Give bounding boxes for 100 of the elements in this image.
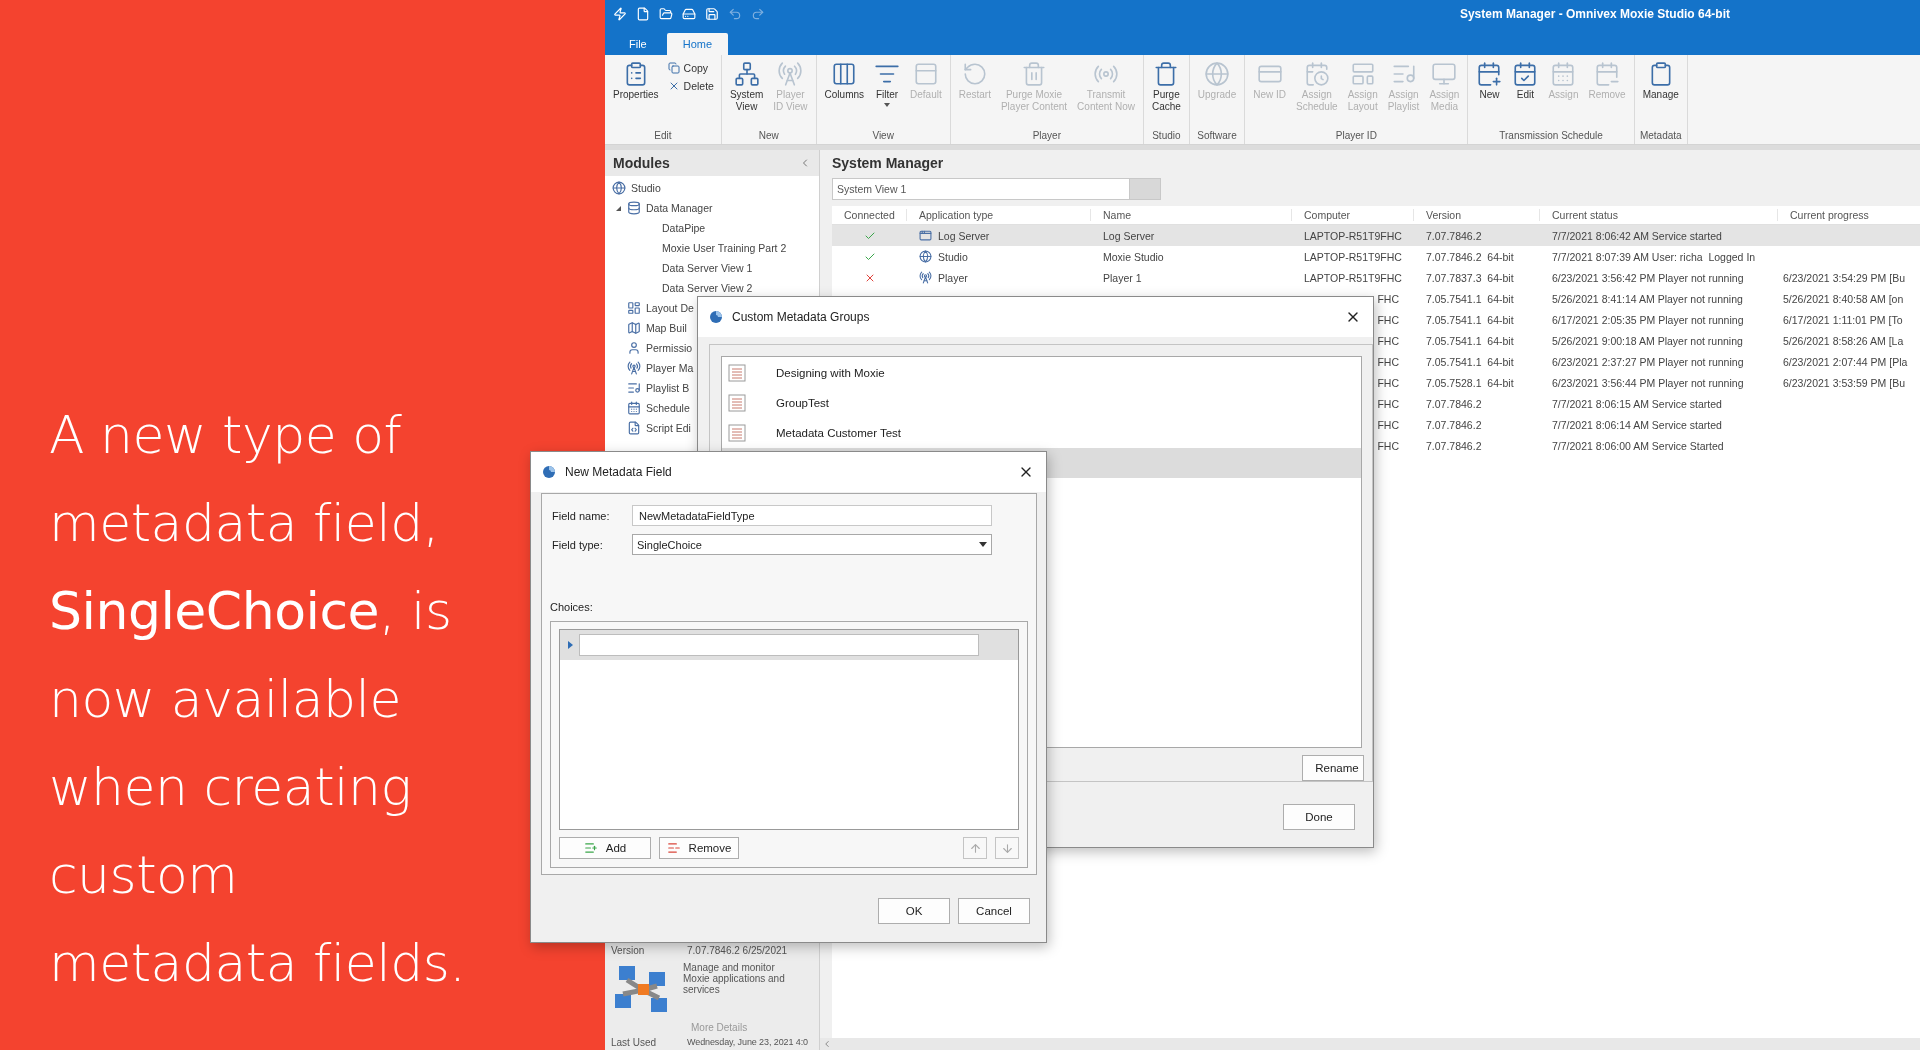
module-item[interactable]: Script Edi	[646, 422, 691, 434]
new-file-icon[interactable]	[636, 7, 650, 21]
app-logo-icon	[708, 309, 724, 325]
list-minus-icon	[666, 841, 681, 855]
ribbon-button[interactable]: Manage	[1638, 59, 1683, 130]
undo-icon[interactable]	[728, 7, 742, 21]
table-cell: FHC	[1377, 376, 1399, 389]
app-logo-icon	[541, 464, 557, 480]
field-type-select[interactable]: SingleChoice	[632, 534, 992, 555]
module-item[interactable]: Player Ma	[646, 362, 694, 374]
layout-icon	[627, 301, 641, 315]
lightning-icon[interactable]	[613, 7, 627, 21]
table-cell: LAPTOP-R51T9FHC	[1304, 229, 1402, 242]
ribbon-button[interactable]: Delete	[664, 79, 717, 93]
horizontal-scrollbar[interactable]	[820, 1038, 1920, 1050]
table-cell: Moxie Studio	[1103, 250, 1164, 263]
remove-button[interactable]: Remove	[659, 837, 739, 859]
group-list-item[interactable]: Metadata Customer Test	[722, 418, 1361, 448]
code-file-icon	[627, 421, 641, 435]
save-icon[interactable]	[705, 7, 719, 21]
chevron-left-icon[interactable]	[822, 1039, 832, 1049]
rotate-icon	[961, 61, 988, 87]
done-button[interactable]: Done	[1283, 804, 1355, 830]
choice-input-field[interactable]	[579, 634, 979, 656]
ribbon-group-label: Player	[1032, 130, 1061, 143]
group-list-item[interactable]: Designing with Moxie	[722, 358, 1361, 388]
field-name-input[interactable]: NewMetadataFieldType	[632, 505, 992, 526]
table-row[interactable]: Player Player 1 LAPTOP-R51T9FHC 7.07.7837.3 64-bit 6/23/2021 3:56:42 PM Player not running 6/23/2021 3:54:29 PM [Bu	[832, 267, 1920, 288]
copy-icon	[667, 62, 680, 74]
module-item[interactable]: Schedule	[646, 402, 690, 414]
column-header[interactable]: Current status	[1540, 209, 1778, 221]
module-item[interactable]: DataPipe	[662, 222, 706, 234]
field-label: Field name:	[552, 509, 611, 522]
redo-icon[interactable]	[751, 7, 765, 21]
ribbon-button[interactable]: Copy	[664, 61, 717, 75]
view-tab[interactable]: System View 1	[832, 178, 1130, 200]
ribbon-button[interactable]: Properties	[609, 59, 663, 130]
ribbon-button[interactable]: Columns	[820, 59, 869, 130]
user-icon	[627, 341, 641, 355]
trash-icon	[1153, 61, 1180, 87]
ribbon-tab[interactable]: File	[613, 33, 663, 55]
column-header[interactable]: Version	[1414, 209, 1540, 221]
ribbon-button[interactable]: Filter	[870, 59, 905, 130]
detail-value: 7.07.7846.2 6/25/2021	[687, 945, 788, 956]
add-button[interactable]: Add	[559, 837, 651, 859]
module-item[interactable]: Playlist B	[646, 382, 690, 394]
column-header[interactable]: Application type	[907, 209, 1091, 221]
calendar-clock-icon	[1303, 61, 1330, 87]
music-list-icon	[627, 381, 641, 395]
column-header[interactable]: Current progress	[1778, 209, 1920, 221]
ribbon-tab[interactable]: Home	[666, 33, 729, 55]
group-list-item[interactable]: GroupTest	[722, 388, 1361, 418]
column-header[interactable]: Connected	[832, 209, 907, 221]
detail-label: Version	[611, 945, 646, 956]
table-cell: 6/23/2021 2:07:44 PM [Pla	[1783, 355, 1908, 368]
table-cell: 5/26/2021 9:00:18 AM Player not running	[1552, 334, 1743, 347]
table-cell: 7/7/2021 8:06:15 AM Service started	[1552, 397, 1722, 410]
move-up-button[interactable]	[963, 837, 987, 859]
column-header[interactable]: Computer	[1292, 209, 1414, 221]
table-cell: FHC	[1377, 292, 1399, 305]
page-title: System Manager	[831, 154, 945, 173]
expanded-arrow-icon[interactable]	[615, 204, 622, 212]
database-icon	[627, 201, 641, 215]
radio-tower-icon	[919, 271, 932, 284]
table-cell: FHC	[1377, 313, 1399, 326]
module-item[interactable]: Data Server View 2	[662, 282, 753, 294]
choices-label: Choices:	[550, 601, 594, 613]
table-cell: 7.07.7846.2	[1426, 229, 1482, 242]
module-item[interactable]: Data Manager	[646, 202, 713, 214]
module-item[interactable]: Layout De	[646, 302, 694, 314]
globe-icon	[612, 181, 626, 195]
ribbon-button[interactable]: System View	[725, 59, 768, 130]
rename-button[interactable]: Rename	[1302, 755, 1364, 781]
ribbon-button[interactable]: Purge Cache	[1147, 59, 1185, 130]
column-header[interactable]: Name	[1091, 209, 1292, 221]
table-cell: 7.07.7846.2	[1426, 418, 1482, 431]
table-cell: 7.05.7541.1 64-bit	[1426, 355, 1514, 368]
module-item[interactable]: Studio	[631, 182, 661, 194]
move-down-button[interactable]	[995, 837, 1019, 859]
table-cell: LAPTOP-R51T9FHC	[1304, 250, 1402, 263]
table-cell: Player	[938, 271, 968, 284]
ok-button[interactable]: OK	[878, 898, 950, 924]
table-row[interactable]: Log Server Log Server LAPTOP-R51T9FHC 7.07.7846.2 7/7/2021 8:06:42 AM Service started	[832, 225, 1920, 246]
table-row[interactable]: Studio Moxie Studio LAPTOP-R51T9FHC 7.07.7846.2 64-bit 7/7/2021 8:07:39 AM User: richa Logged In	[832, 246, 1920, 267]
calendar-icon	[627, 401, 641, 415]
module-item[interactable]: Moxie User Training Part 2	[662, 242, 787, 254]
table-cell: 6/23/2021 3:56:44 PM Player not running	[1552, 376, 1744, 389]
table-cell: FHC	[1377, 334, 1399, 347]
ribbon-group-label: Metadata	[1639, 130, 1682, 143]
module-item[interactable]: Map Buil	[646, 322, 687, 334]
module-item[interactable]: Permissio	[646, 342, 693, 354]
module-item[interactable]: Data Server View 1	[662, 262, 753, 274]
drive-icon[interactable]	[682, 7, 696, 21]
ribbon-button[interactable]: New	[1472, 59, 1507, 130]
ribbon-button[interactable]: Edit	[1508, 59, 1543, 130]
map-icon	[627, 321, 641, 335]
folder-icon[interactable]	[659, 7, 673, 21]
cancel-button[interactable]: Cancel	[958, 898, 1030, 924]
table-cell: FHC	[1377, 397, 1399, 410]
panel-title: Modules	[613, 155, 670, 171]
